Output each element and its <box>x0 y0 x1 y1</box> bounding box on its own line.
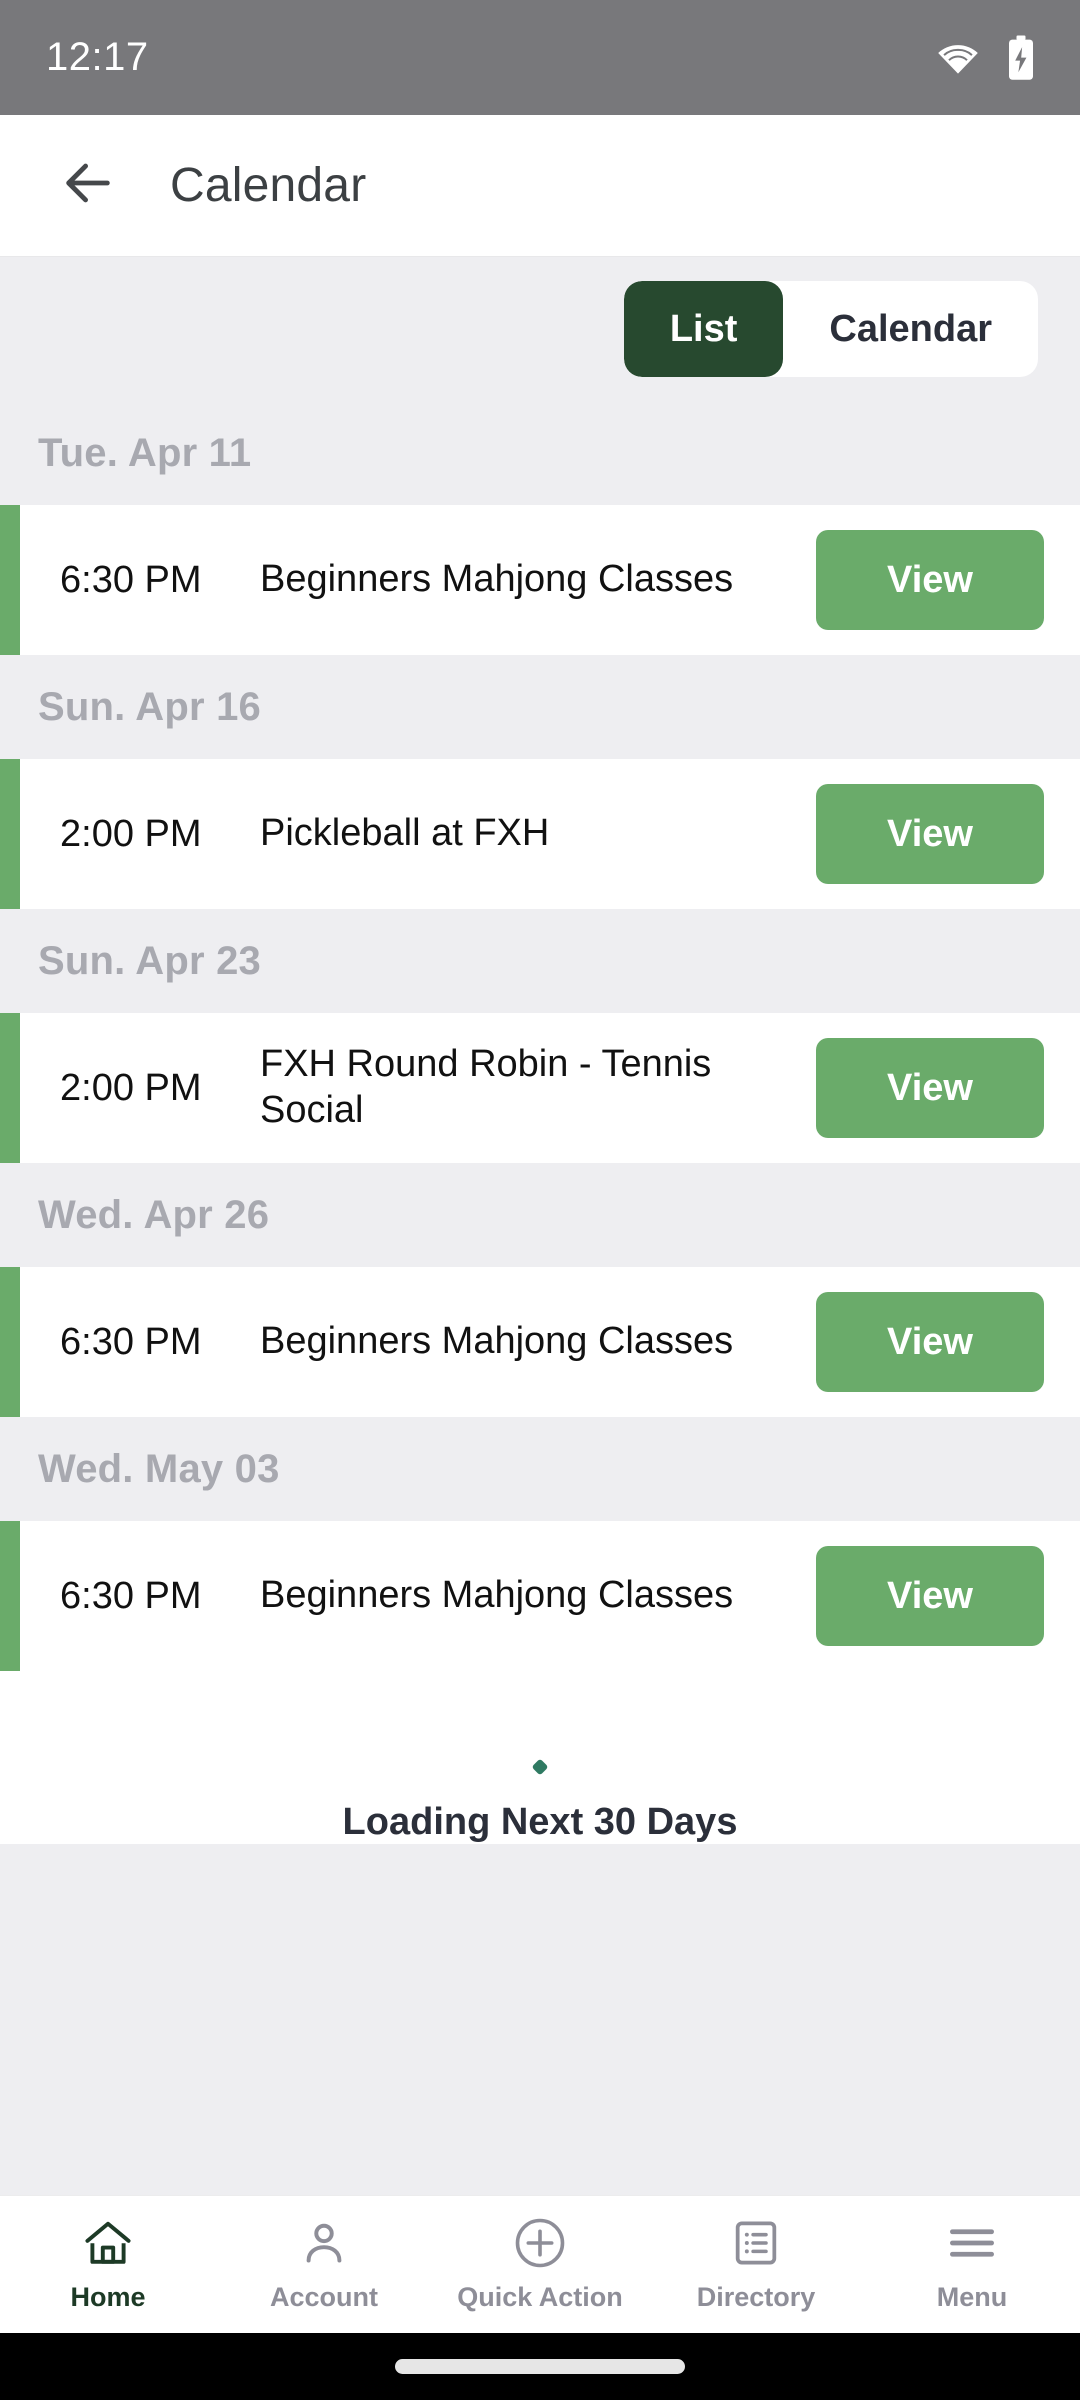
event-list-scroll-area[interactable]: List Calendar Tue. Apr 11 6:30 PM Beginn… <box>0 257 1080 2195</box>
nav-item-home[interactable]: Home <box>0 2216 216 2313</box>
event-row[interactable]: 6:30 PM Beginners Mahjong Classes View <box>0 1521 1080 1671</box>
date-group-label: Wed. May 03 <box>38 1446 280 1491</box>
view-toggle-row: List Calendar <box>0 257 1080 401</box>
event-view-button[interactable]: View <box>816 1546 1044 1646</box>
date-group-header: Tue. Apr 11 <box>0 401 1080 505</box>
date-group-label: Sun. Apr 23 <box>38 938 261 983</box>
date-group-label: Sun. Apr 16 <box>38 684 261 729</box>
date-group-header: Wed. Apr 26 <box>0 1163 1080 1267</box>
nav-label-account: Account <box>270 2282 378 2312</box>
event-accent-bar <box>0 1521 20 1671</box>
loading-text: Loading Next 30 Days <box>342 1801 738 1843</box>
date-group-header: Sun. Apr 16 <box>0 655 1080 759</box>
toggle-option-calendar[interactable]: Calendar <box>783 281 1038 377</box>
event-view-button[interactable]: View <box>816 1038 1044 1138</box>
view-toggle[interactable]: List Calendar <box>623 281 1038 377</box>
person-icon <box>299 2216 349 2270</box>
battery-charging-icon <box>1006 35 1036 81</box>
event-view-button[interactable]: View <box>816 1292 1044 1392</box>
app-header: Calendar <box>0 115 1080 257</box>
status-bar: 12:17 <box>0 0 1080 115</box>
date-group-label: Wed. Apr 26 <box>38 1192 270 1237</box>
event-title: Beginners Mahjong Classes <box>260 558 734 601</box>
date-group-label: Tue. Apr 11 <box>38 430 252 475</box>
event-row[interactable]: 2:00 PM Pickleball at FXH View <box>0 759 1080 909</box>
event-time: 6:30 PM <box>60 1320 202 1363</box>
gesture-handle[interactable] <box>395 2359 685 2374</box>
loading-spinner-icon <box>531 1758 549 1776</box>
bottom-navigation: Home Account Quick Action Directory Menu <box>0 2195 1080 2333</box>
plus-circle-icon <box>513 2216 567 2270</box>
nav-label-menu: Menu <box>936 2282 1008 2312</box>
status-clock: 12:17 <box>46 35 149 79</box>
event-accent-bar <box>0 505 20 655</box>
event-time: 2:00 PM <box>60 1066 202 1109</box>
nav-label-quick-action: Quick Action <box>457 2282 623 2312</box>
event-accent-bar <box>0 1013 20 1163</box>
event-title: FXH Round Robin - Tennis Social <box>260 1043 712 1131</box>
home-icon <box>82 2216 134 2270</box>
back-arrow-icon <box>59 154 117 217</box>
nav-item-account[interactable]: Account <box>216 2216 432 2313</box>
event-time: 2:00 PM <box>60 812 202 855</box>
event-row[interactable]: 6:30 PM Beginners Mahjong Classes View <box>0 1267 1080 1417</box>
nav-label-home: Home <box>70 2282 146 2312</box>
back-button[interactable] <box>52 150 124 222</box>
event-title: Beginners Mahjong Classes <box>260 1574 734 1617</box>
event-row[interactable]: 6:30 PM Beginners Mahjong Classes View <box>0 505 1080 655</box>
event-accent-bar <box>0 759 20 909</box>
event-title: Beginners Mahjong Classes <box>260 1320 734 1363</box>
date-group-header: Wed. May 03 <box>0 1417 1080 1521</box>
nav-label-directory: Directory <box>696 2282 816 2312</box>
hamburger-icon <box>947 2216 997 2270</box>
event-view-button[interactable]: View <box>816 530 1044 630</box>
nav-item-quick-action[interactable]: Quick Action <box>432 2216 648 2313</box>
event-time: 6:30 PM <box>60 1574 202 1617</box>
page-title: Calendar <box>170 159 367 212</box>
list-document-icon <box>731 2216 781 2270</box>
event-view-button[interactable]: View <box>816 784 1044 884</box>
wifi-icon <box>936 41 980 75</box>
nav-item-directory[interactable]: Directory <box>648 2216 864 2313</box>
event-title: Pickleball at FXH <box>260 812 550 855</box>
system-gesture-bar <box>0 2333 1080 2400</box>
loading-more-indicator: Loading Next 30 Days <box>0 1671 1080 1844</box>
event-time: 6:30 PM <box>60 558 202 601</box>
event-row[interactable]: 2:00 PM FXH Round Robin - Tennis Social … <box>0 1013 1080 1163</box>
nav-item-menu[interactable]: Menu <box>864 2216 1080 2313</box>
event-accent-bar <box>0 1267 20 1417</box>
toggle-option-list[interactable]: List <box>623 281 784 377</box>
app-screen: 12:17 Calendar List Calendar Tue. Apr 11… <box>0 0 1080 2400</box>
date-group-header: Sun. Apr 23 <box>0 909 1080 1013</box>
status-indicators <box>936 35 1036 81</box>
